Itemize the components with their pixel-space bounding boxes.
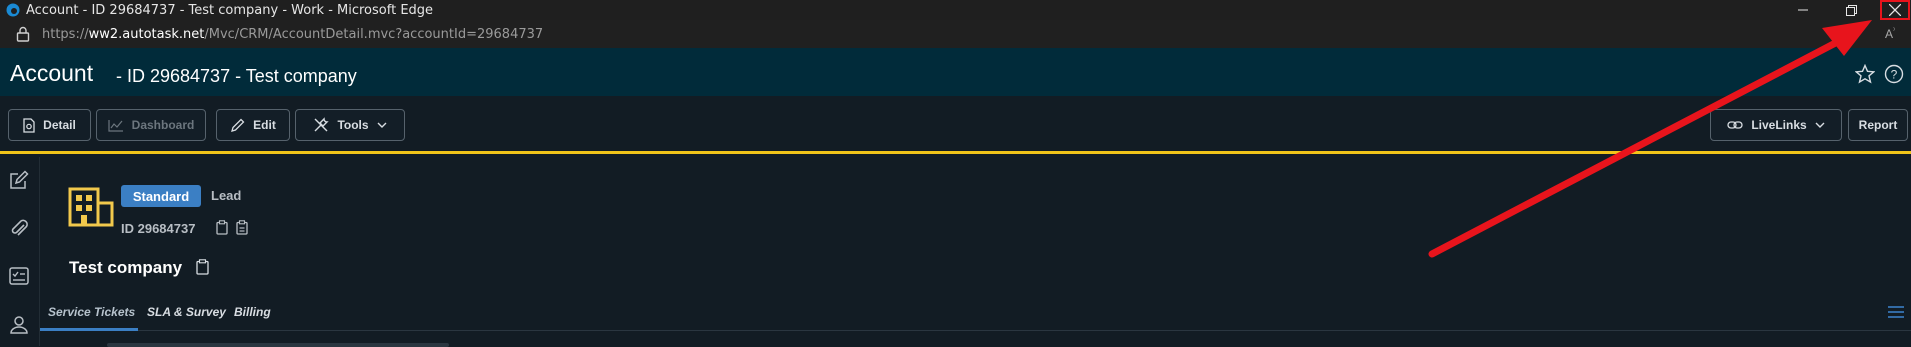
building-icon	[68, 187, 114, 227]
url-path: /Mvc/CRM/AccountDetail.mvc?accountId=296…	[204, 26, 544, 42]
livelinks-button[interactable]: LiveLinks	[1710, 109, 1842, 141]
checklist-icon[interactable]	[8, 265, 30, 287]
url-domain: ww2.autotask.net	[88, 26, 205, 42]
chevron-down-icon	[377, 122, 387, 128]
copy-link-icon[interactable]	[236, 220, 248, 235]
read-aloud-button[interactable]: A⁾	[1885, 26, 1895, 41]
report-label: Report	[1858, 118, 1898, 132]
document-search-icon	[23, 117, 35, 133]
url-prefix: https://	[42, 26, 89, 42]
read-aloud-icon: A	[1885, 27, 1894, 41]
edit-button[interactable]: Edit	[216, 109, 290, 141]
tools-icon	[314, 117, 330, 132]
star-icon[interactable]	[1855, 64, 1875, 84]
detail-label: Detail	[43, 118, 76, 132]
company-name: Test company	[69, 258, 183, 277]
window-title: Account - ID 29684737 - Test company - W…	[26, 2, 434, 18]
page-subtitle: - ID 29684737 - Test company	[116, 66, 357, 86]
edge-icon	[6, 3, 20, 17]
search-field-top-edge[interactable]	[107, 343, 449, 347]
restore-icon	[1845, 4, 1857, 16]
close-icon	[1889, 4, 1901, 16]
account-id: ID 29684737	[121, 221, 196, 236]
edit-label: Edit	[253, 118, 276, 132]
page-header: Account - ID 29684737 - Test company	[0, 48, 1911, 96]
page-title: Account	[10, 60, 94, 86]
tools-button[interactable]: Tools	[295, 109, 405, 141]
window-titlebar: Account - ID 29684737 - Test company - W…	[0, 0, 1911, 20]
tab-sla-survey[interactable]: SLA & Survey	[147, 305, 226, 319]
tab-service-tickets[interactable]: Service Tickets	[48, 305, 135, 319]
chevron-down-icon	[1815, 122, 1825, 128]
close-button[interactable]	[1880, 0, 1910, 20]
tools-label: Tools	[337, 118, 369, 132]
report-button[interactable]: Report	[1848, 109, 1908, 141]
menu-icon[interactable]	[1888, 306, 1904, 318]
pencil-icon	[231, 118, 245, 132]
tab-bar: Service Tickets SLA & Survey Billing	[40, 291, 1911, 331]
note-edit-icon[interactable]	[8, 169, 30, 191]
account-summary: Standard Lead ID 29684737 Test company S…	[40, 157, 1911, 347]
restore-button[interactable]	[1831, 0, 1871, 20]
tab-billing[interactable]: Billing	[234, 305, 271, 319]
minimize-button[interactable]	[1783, 0, 1823, 20]
account-type: Lead	[211, 188, 242, 203]
detail-button[interactable]: Detail	[8, 109, 91, 141]
attachment-icon[interactable]	[8, 217, 30, 239]
help-icon[interactable]: ?	[1884, 64, 1904, 84]
livelinks-label: LiveLinks	[1751, 118, 1807, 132]
dashboard-label: Dashboard	[131, 118, 195, 132]
link-icon	[1727, 121, 1743, 129]
minimize-icon	[1798, 9, 1808, 11]
line-chart-icon	[108, 119, 123, 132]
toolbar: Detail Dashboard Edit Tools LiveLinks Re…	[0, 96, 1911, 154]
svg-text:?: ?	[1891, 68, 1898, 82]
dashboard-button[interactable]: Dashboard	[96, 109, 206, 141]
status-badge: Standard	[121, 185, 201, 207]
url-text[interactable]: https://ww2.autotask.net/Mvc/CRM/Account…	[42, 27, 543, 42]
lock-icon	[16, 26, 30, 42]
address-bar[interactable]: https://ww2.autotask.net/Mvc/CRM/Account…	[0, 20, 1911, 48]
contact-icon[interactable]	[8, 313, 30, 335]
copy-icon[interactable]	[196, 259, 209, 275]
copy-icon[interactable]	[216, 220, 228, 235]
left-rail	[0, 157, 40, 346]
active-tab-indicator	[40, 328, 138, 331]
